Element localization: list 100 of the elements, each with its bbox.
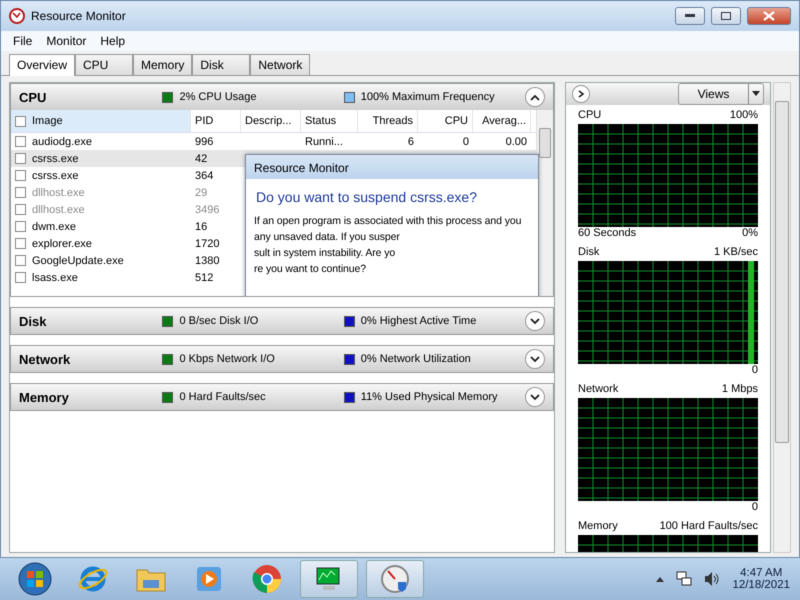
row-checkbox[interactable]	[15, 153, 26, 164]
row-checkbox[interactable]	[15, 272, 26, 283]
select-all-checkbox[interactable]	[15, 116, 26, 126]
app-icon	[9, 8, 25, 24]
table-cell: 0.00	[506, 136, 527, 148]
chevron-up-icon[interactable]	[656, 576, 664, 582]
maximize-icon	[721, 12, 731, 20]
process-name[interactable]: dwm.exe	[32, 220, 76, 232]
chevron-right-icon	[577, 90, 585, 98]
row-checkbox[interactable]	[15, 221, 26, 232]
collapse-button[interactable]	[572, 85, 590, 103]
table-cell: 3496	[195, 204, 220, 216]
chevron-icon	[530, 94, 540, 100]
section-header[interactable]: Memory 0 Hard Faults/sec 11% Used Physical Memory	[11, 384, 553, 410]
stat-label: 0 Kbps Network I/O	[179, 353, 275, 365]
row-checkbox[interactable]	[15, 170, 26, 181]
graph-title: Network	[578, 383, 618, 397]
column-header[interactable]: Descrip...	[241, 110, 301, 132]
chevron-icon	[530, 394, 540, 400]
process-name[interactable]: lsass.exe	[32, 272, 78, 284]
stat-label: 11% Used Physical Memory	[360, 391, 498, 403]
minimize-button[interactable]	[675, 7, 705, 25]
section-title: Memory	[19, 390, 70, 404]
expand-toggle[interactable]	[525, 87, 546, 107]
close-button[interactable]	[747, 7, 791, 25]
section-header[interactable]: Disk 0 B/sec Disk I/O 0% Highest Active Time	[11, 308, 553, 334]
row-checkbox[interactable]	[15, 255, 26, 266]
tab[interactable]: Disk	[192, 54, 250, 75]
table-cell: Runni...	[305, 136, 343, 148]
row-checkbox[interactable]	[15, 187, 26, 198]
chevron-icon	[530, 356, 540, 362]
row-checkbox[interactable]	[15, 204, 26, 215]
process-name[interactable]: csrss.exe	[32, 170, 78, 182]
stat-label: 2% CPU Usage	[179, 91, 256, 103]
views-button[interactable]: Views	[678, 83, 764, 105]
speaker-icon[interactable]	[704, 571, 720, 587]
graph-min-label: 0%	[742, 227, 758, 241]
tab[interactable]: Memory	[133, 54, 192, 75]
minimize-icon	[685, 14, 695, 18]
process-name[interactable]: audiodg.exe	[32, 136, 92, 148]
table-cell: 0	[462, 136, 469, 148]
stat-label: 100% Maximum Frequency	[360, 91, 495, 103]
column-header[interactable]: Averag...	[473, 110, 531, 132]
menu-item[interactable]: File	[7, 32, 38, 50]
menu-item[interactable]: Help	[94, 32, 132, 50]
clock-date[interactable]: 12/18/2021	[732, 579, 790, 591]
network-icon[interactable]	[676, 571, 692, 587]
process-name[interactable]: explorer.exe	[32, 238, 92, 250]
scrollbar[interactable]	[773, 82, 791, 553]
graph-max-label: 1 KB/sec	[714, 246, 758, 260]
expand-toggle[interactable]	[525, 349, 546, 369]
graph-min-label: 0	[752, 364, 758, 378]
chevron-icon	[530, 318, 540, 324]
row-checkbox[interactable]	[15, 238, 26, 249]
table-cell: 29	[195, 186, 208, 198]
monitor-icon[interactable]	[300, 560, 358, 598]
stat-label: 0 B/sec Disk I/O	[179, 315, 258, 327]
tab[interactable]: Network	[250, 54, 310, 75]
graph-max-label: 1 Mbps	[722, 383, 758, 397]
graph-time-label: 60 Seconds	[578, 227, 636, 241]
maximize-button[interactable]	[711, 7, 741, 25]
dialog-title: Resource Monitor	[246, 155, 538, 179]
dialog-text: If an open program is associated with this process and you	[253, 214, 522, 229]
menu-item[interactable]: Monitor	[40, 32, 92, 50]
window-title: Resource Monitor	[31, 9, 127, 23]
dialog-heading: Do you want to suspend csrss.exe?	[255, 188, 478, 207]
column-header[interactable]: PID	[191, 110, 241, 132]
section-header[interactable]: Network 0 Kbps Network I/O 0% Network Utilization	[11, 346, 553, 372]
process-name[interactable]: GoogleUpdate.exe	[32, 254, 124, 266]
table-cell: 6	[408, 136, 414, 148]
expand-toggle[interactable]	[525, 387, 546, 407]
column-header[interactable]: Threads	[358, 110, 418, 132]
row-checkbox[interactable]	[15, 136, 26, 147]
close-icon	[763, 11, 775, 21]
process-name[interactable]: csrss.exe	[32, 152, 78, 164]
table-cell: 512	[195, 272, 214, 284]
column-header[interactable]: CPU	[418, 110, 473, 132]
dropdown-arrow-icon	[752, 91, 760, 97]
column-header[interactable]: Image	[32, 115, 63, 127]
graph-title: CPU	[578, 109, 602, 123]
expand-toggle[interactable]	[525, 311, 546, 331]
graph-min-label: 0	[752, 501, 758, 515]
table-cell: 42	[195, 152, 208, 164]
graph-max-label: 100 Hard Faults/sec	[660, 520, 758, 534]
tab[interactable]: CPU	[75, 54, 134, 75]
section-title: Network	[19, 352, 72, 366]
section-header[interactable]: CPU 2% CPU Usage 100% Maximum Frequency	[11, 84, 553, 110]
dialog-text: re you want to continue?	[253, 262, 368, 277]
section-title: CPU	[19, 90, 48, 104]
table-cell: 16	[195, 220, 208, 232]
stat-label: 0 Hard Faults/sec	[179, 391, 266, 403]
tab[interactable]: Overview	[9, 54, 76, 76]
gauge-icon[interactable]	[366, 560, 424, 598]
section-title: Disk	[19, 314, 48, 328]
table-cell: 364	[195, 170, 214, 182]
stat-label: 0% Highest Active Time	[360, 315, 476, 327]
graph-title: Disk	[578, 246, 600, 260]
table-cell: 996	[195, 136, 214, 148]
column-header[interactable]: Status	[301, 110, 358, 132]
clock-time[interactable]: 4:47 AM	[740, 567, 782, 579]
